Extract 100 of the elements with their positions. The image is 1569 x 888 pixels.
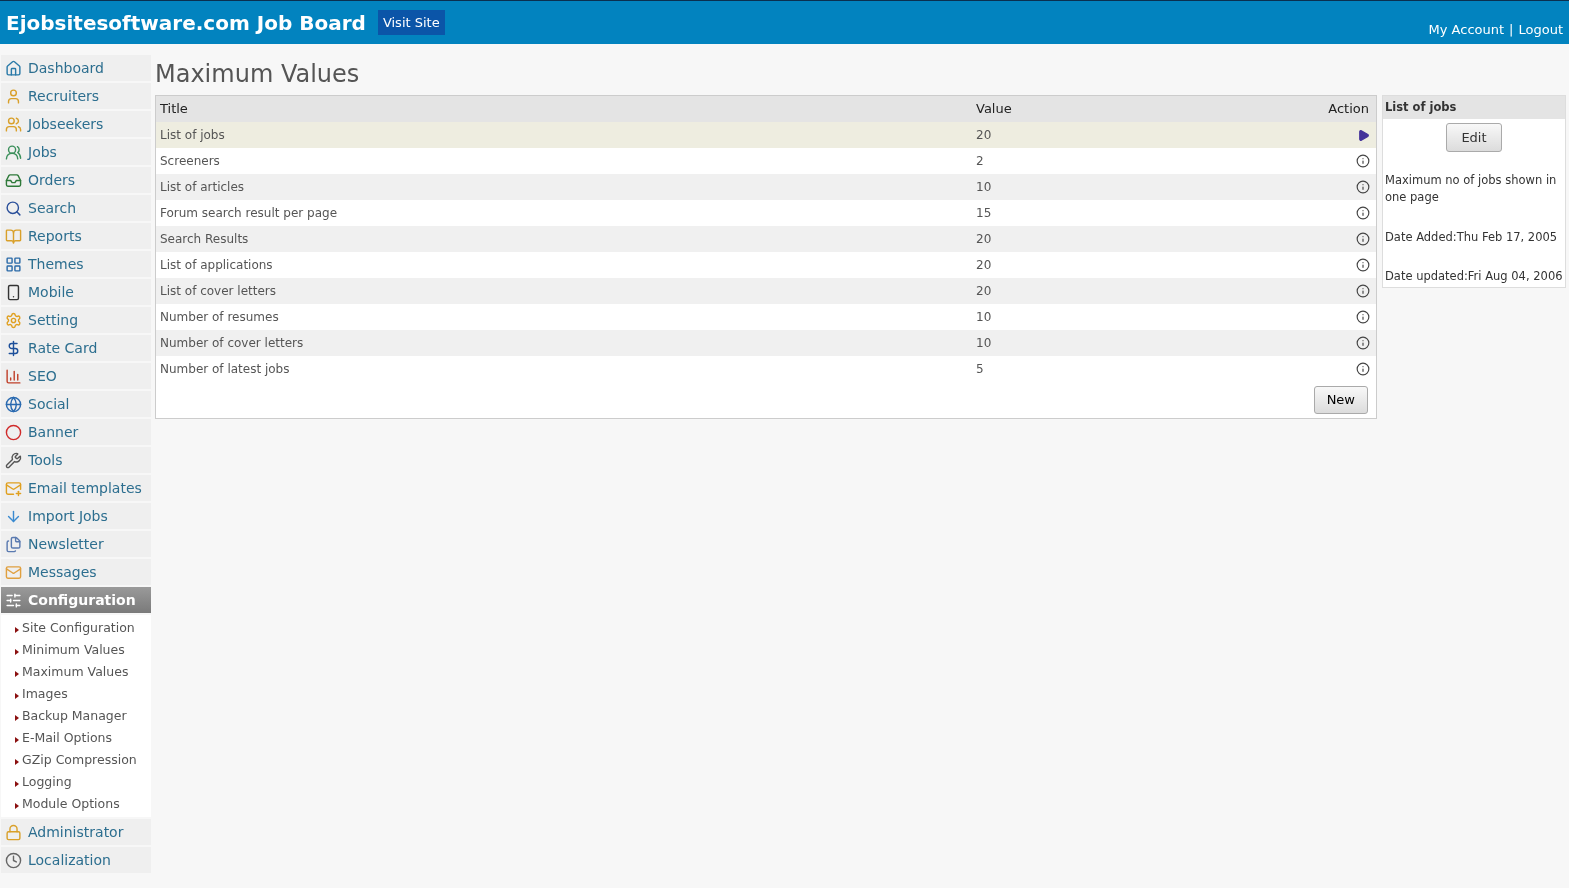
date-added: Date Added:Thu Feb 17, 2005 — [1384, 228, 1559, 246]
info-icon[interactable] — [1356, 310, 1370, 324]
table-cell-text: Search Results — [160, 231, 250, 248]
detail-title: List of jobs — [1383, 96, 1565, 119]
info-icon[interactable] — [1356, 284, 1370, 298]
bullet-icon — [15, 780, 19, 787]
table-cell-text: 2 — [976, 153, 985, 170]
people-icon — [5, 143, 22, 161]
new-button[interactable]: New — [1313, 386, 1368, 414]
files-icon — [5, 535, 22, 553]
sidebar-item[interactable]: Dashboard — [1, 55, 151, 81]
table-row[interactable]: List of articles 10 — [156, 174, 1376, 200]
bullet-icon — [15, 758, 19, 765]
column-header: Action — [1328, 100, 1370, 119]
table-cell-text: 5 — [976, 361, 985, 378]
sidebar-item[interactable]: Social — [1, 391, 151, 417]
sidebar-item[interactable]: Recruiters — [1, 83, 151, 109]
bullet-icon — [15, 736, 19, 743]
submenu-item[interactable]: Maximum Values — [1, 661, 151, 683]
play-icon[interactable] — [1357, 128, 1370, 142]
sidebar-item[interactable]: Themes — [1, 251, 151, 277]
table-cell-text: 10 — [976, 179, 993, 196]
my-account-link[interactable]: My Account — [1428, 19, 1505, 39]
table-cell-text: List of applications — [160, 257, 274, 274]
table-row[interactable]: Number of cover letters 10 — [156, 330, 1376, 356]
table-cell-text: 20 — [976, 127, 993, 144]
grid-icon — [5, 255, 22, 273]
table-row[interactable]: List of cover letters 20 — [156, 278, 1376, 304]
table-cell-text: List of cover letters — [160, 283, 278, 300]
sidebar-item[interactable]: Administrator — [1, 819, 151, 845]
page-title: Maximum Values — [155, 60, 361, 88]
submenu-item[interactable]: Module Options — [1, 793, 151, 815]
bullet-icon — [15, 692, 19, 699]
info-icon[interactable] — [1356, 362, 1370, 376]
table-cell-text: 20 — [976, 231, 993, 248]
sidebar-item[interactable]: Messages — [1, 559, 151, 585]
visit-site-button[interactable]: Visit Site — [377, 9, 445, 36]
submenu-item[interactable]: GZip Compression — [1, 749, 151, 771]
table-cell-text: 15 — [976, 205, 993, 222]
bar-chart-icon — [5, 367, 22, 385]
info-icon[interactable] — [1356, 232, 1370, 246]
table-row[interactable]: Search Results 20 — [156, 226, 1376, 252]
detail-description: Maximum no of jobs shown in one page — [1384, 172, 1558, 207]
submenu-item[interactable]: Backup Manager — [1, 705, 151, 727]
sidebar-item[interactable]: Rate Card — [1, 335, 151, 361]
column-header: Title — [160, 100, 189, 119]
phone-icon — [5, 283, 22, 301]
sidebar-item[interactable]: Reports — [1, 223, 151, 249]
sidebar-item[interactable]: Orders — [1, 167, 151, 193]
table-cell-text: 10 — [976, 309, 993, 326]
info-icon[interactable] — [1356, 336, 1370, 350]
bullet-icon — [15, 802, 19, 809]
info-icon[interactable] — [1356, 180, 1370, 194]
sidebar-item[interactable]: Setting — [1, 307, 151, 333]
bullet-icon — [15, 648, 19, 655]
sidebar-item[interactable]: Search — [1, 195, 151, 221]
submenu-item[interactable]: Images — [1, 683, 151, 705]
sidebar-item[interactable]: Tools — [1, 447, 151, 473]
table-cell-text: Number of cover letters — [160, 335, 305, 352]
logout-link[interactable]: Logout — [1518, 19, 1563, 39]
table-cell-text: List of articles — [160, 179, 246, 196]
sidebar-item[interactable]: Banner — [1, 419, 151, 445]
globe-icon — [5, 395, 22, 413]
sidebar-item[interactable]: SEO — [1, 363, 151, 389]
table-cell-text: Number of latest jobs — [160, 361, 291, 378]
circle-icon — [5, 423, 22, 441]
sidebar-item[interactable]: Import Jobs — [1, 503, 151, 529]
submenu-item[interactable]: Logging — [1, 771, 151, 793]
sidebar-item[interactable]: Jobseekers — [1, 111, 151, 137]
sidebar-item[interactable]: Jobs — [1, 139, 151, 165]
table-row[interactable]: List of jobs 20 — [156, 122, 1376, 148]
padlock-icon — [5, 823, 22, 841]
users-icon — [5, 115, 22, 133]
sidebar-item[interactable]: Localization — [1, 847, 151, 873]
gear-icon — [5, 311, 22, 329]
home-icon — [5, 59, 22, 77]
tray-icon — [5, 171, 22, 189]
sidebar-item-active[interactable]: Configuration — [1, 587, 151, 613]
info-icon[interactable] — [1356, 258, 1370, 272]
info-icon[interactable] — [1356, 154, 1370, 168]
sidebar-item[interactable]: Mobile — [1, 279, 151, 305]
envelope-icon — [5, 563, 22, 581]
bullet-icon — [15, 626, 19, 633]
table-cell-text: 20 — [976, 283, 993, 300]
sidebar-item[interactable]: Email templates — [1, 475, 151, 501]
submenu-item[interactable]: Site Configuration — [1, 617, 151, 639]
info-icon[interactable] — [1356, 206, 1370, 220]
table-cell-text: 10 — [976, 335, 993, 352]
submenu-item[interactable]: Minimum Values — [1, 639, 151, 661]
table-cell-text: 20 — [976, 257, 993, 274]
sidebar-item[interactable]: Newsletter — [1, 531, 151, 557]
bullet-icon — [15, 714, 19, 721]
site-title: Ejobsitesoftware.com Job Board — [6, 9, 366, 37]
date-updated: Date updated:Fri Aug 04, 2006 — [1384, 267, 1564, 285]
table-cell-text: Screeners — [160, 153, 221, 170]
sliders-icon — [5, 591, 22, 609]
edit-button[interactable]: Edit — [1446, 123, 1502, 152]
link-separator: | — [1509, 20, 1514, 39]
search-icon — [5, 199, 22, 217]
submenu-item[interactable]: E-Mail Options — [1, 727, 151, 749]
